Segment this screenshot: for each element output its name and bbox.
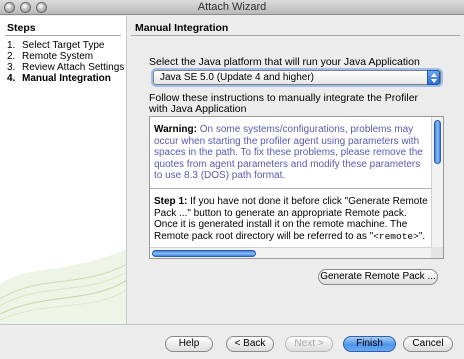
- window-title: Attach Wizard: [197, 1, 267, 13]
- warning-label: Warning:: [154, 124, 197, 135]
- title-divider: [131, 35, 460, 36]
- steps-panel: Steps 1. Select Target Type 2. Remote Syst…: [0, 16, 127, 324]
- step-1-label: Step 1:: [154, 196, 188, 207]
- decorative-swoosh-image: [0, 249, 126, 324]
- back-button[interactable]: < Back: [226, 336, 274, 352]
- help-button[interactable]: Help: [165, 336, 213, 352]
- step-1-code: <remote>: [373, 230, 419, 242]
- platform-label: Select the Java platform that will run y…: [149, 56, 420, 68]
- warning-box: Warning: On some systems/configurations,…: [150, 117, 431, 189]
- finish-button[interactable]: Finish: [343, 336, 396, 352]
- horizontal-scrollbar[interactable]: [150, 247, 431, 258]
- horizontal-scroll-thumb[interactable]: [152, 250, 256, 257]
- select-arrows-icon: [427, 70, 440, 85]
- vertical-scroll-thumb[interactable]: [434, 120, 441, 164]
- title-bar: Attach Wizard: [0, 0, 464, 15]
- instructions-label: Follow these instructions to manually in…: [149, 92, 419, 115]
- java-platform-value: Java SE 5.0 (Update 4 and higher): [160, 72, 314, 83]
- bottom-divider: [0, 324, 464, 325]
- step-item: 2. Remote System: [7, 51, 94, 62]
- scroll-corner: [431, 247, 443, 258]
- steps-divider: [5, 35, 121, 36]
- step-1-box: Step 1: If you have not done it before c…: [150, 196, 431, 242]
- instructions-scroll-area[interactable]: Warning: On some systems/configurations,…: [149, 116, 444, 259]
- java-platform-select[interactable]: Java SE 5.0 (Update 4 and higher): [153, 70, 441, 85]
- step-item-current: 4. Manual Integration: [7, 73, 111, 84]
- steps-list: 1. Select Target Type 2. Remote System 3. R…: [7, 40, 124, 84]
- next-button[interactable]: Next >: [285, 336, 333, 352]
- generate-remote-pack-button[interactable]: Generate Remote Pack ...: [318, 269, 438, 285]
- page-title: Manual Integration: [135, 22, 229, 34]
- step-item: 1. Select Target Type: [7, 40, 105, 51]
- step-1-end: ".: [418, 230, 426, 242]
- vertical-scrollbar[interactable]: [431, 117, 443, 248]
- step-item: 3. Review Attach Settings: [7, 62, 125, 73]
- cancel-button[interactable]: Cancel: [403, 336, 453, 352]
- steps-title: Steps: [7, 22, 36, 34]
